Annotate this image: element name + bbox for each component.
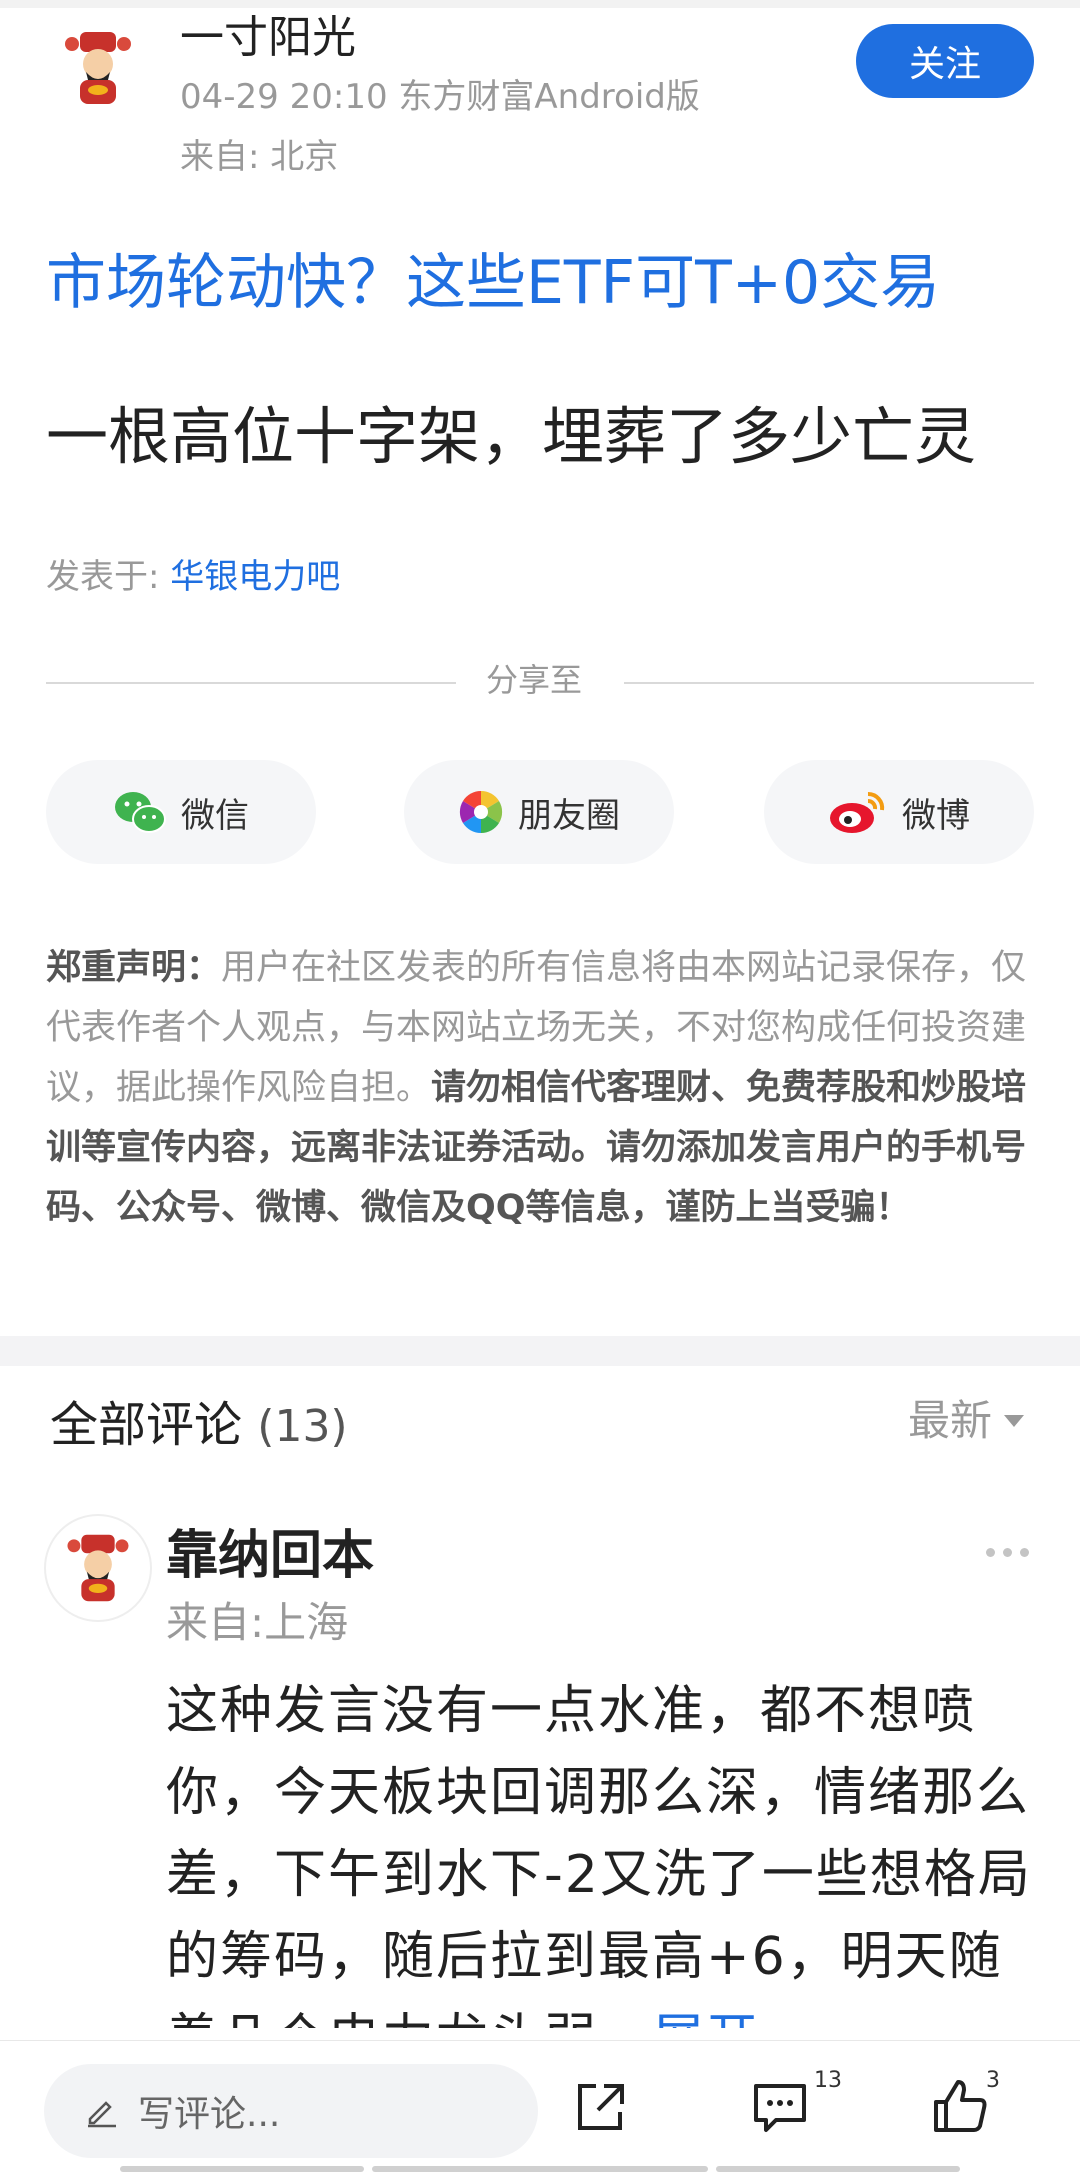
comment-button[interactable] (748, 2074, 812, 2142)
commenter-location: 来自:上海 (166, 1598, 349, 1647)
author-name[interactable]: 一寸阳光 (180, 8, 356, 68)
nav-indicator (120, 2166, 364, 2172)
disclaimer-title: 郑重声明： (46, 948, 222, 988)
sort-dropdown[interactable]: 最新 (908, 1392, 1025, 1450)
share-label: 分享至 (486, 661, 583, 699)
comment-count-badge: 13 (814, 2068, 842, 2093)
pencil-icon (88, 2101, 116, 2128)
comment-icon (754, 2084, 806, 2132)
nav-indicator (372, 2166, 708, 2172)
like-button[interactable] (928, 2074, 992, 2142)
write-comment-input[interactable]: 写评论... (44, 2064, 538, 2158)
post-title: 一根高位十字架，埋葬了多少亡灵 (46, 400, 977, 473)
comment-text: 这种发言没有一点水准，都不想喷你，今天板块回调那么深，情绪那么差，下午到水下-2… (166, 1670, 1046, 2028)
post-meta: 04-29 20:10 东方财富Android版 (180, 77, 700, 117)
comment-body: 这种发言没有一点水准，都不想喷你，今天板块回调那么深，情绪那么差，下午到水下-2… (166, 1681, 1032, 2028)
more-options-icon[interactable] (986, 1548, 1029, 1557)
caishen-avatar-icon (67, 1534, 129, 1602)
share-divider-right (624, 682, 1034, 684)
share-divider-left (46, 682, 456, 684)
share-moments-button[interactable]: 朋友圈 (404, 760, 674, 864)
weibo-icon (830, 791, 885, 833)
ad-title-link[interactable]: 市场轮动快？这些ETF可T+0交易 (46, 238, 940, 328)
bar-link[interactable]: 华银电力吧 (170, 557, 340, 597)
share-wechat-button[interactable]: 微信 (46, 760, 316, 864)
top-divider (0, 0, 1080, 8)
share-icon (578, 2084, 624, 2130)
share-button[interactable] (568, 2076, 632, 2144)
caret-down-icon (1004, 1415, 1025, 1427)
posted-in-label: 发表于: (46, 557, 171, 597)
author-avatar[interactable] (44, 14, 152, 122)
expand-link[interactable]: 展开 (652, 2009, 760, 2028)
write-comment-placeholder: 写评论... (138, 2094, 281, 2135)
disclaimer: 郑重声明：用户在社区发表的所有信息将由本网站记录保存，仅代表作者个人观点，与本网… (46, 938, 1036, 1238)
share-weibo-label: 微博 (902, 795, 970, 836)
share-moments-label: 朋友圈 (518, 795, 620, 836)
author-location: 来自: 北京 (180, 137, 339, 177)
comments-header: 全部评论 (13) (50, 1392, 348, 1460)
share-wechat-label: 微信 (181, 795, 249, 836)
caishen-avatar-icon (65, 32, 131, 104)
sort-label: 最新 (908, 1396, 993, 1445)
moments-icon (459, 790, 503, 834)
section-separator (0, 1336, 1080, 1366)
comments-count: (13) (257, 1401, 348, 1452)
wechat-icon (115, 792, 166, 833)
posted-in: 发表于: 华银电力吧 (46, 552, 340, 602)
commenter-name[interactable]: 靠纳回本 (166, 1522, 374, 1590)
share-weibo-button[interactable]: 微博 (764, 760, 1034, 864)
comments-title: 全部评论 (50, 1397, 243, 1453)
follow-button[interactable]: 关注 (856, 24, 1034, 98)
thumbs-up-icon (934, 2080, 987, 2132)
commenter-avatar[interactable] (44, 1514, 152, 1622)
like-count-badge: 3 (986, 2068, 1000, 2093)
nav-indicator (716, 2166, 960, 2172)
